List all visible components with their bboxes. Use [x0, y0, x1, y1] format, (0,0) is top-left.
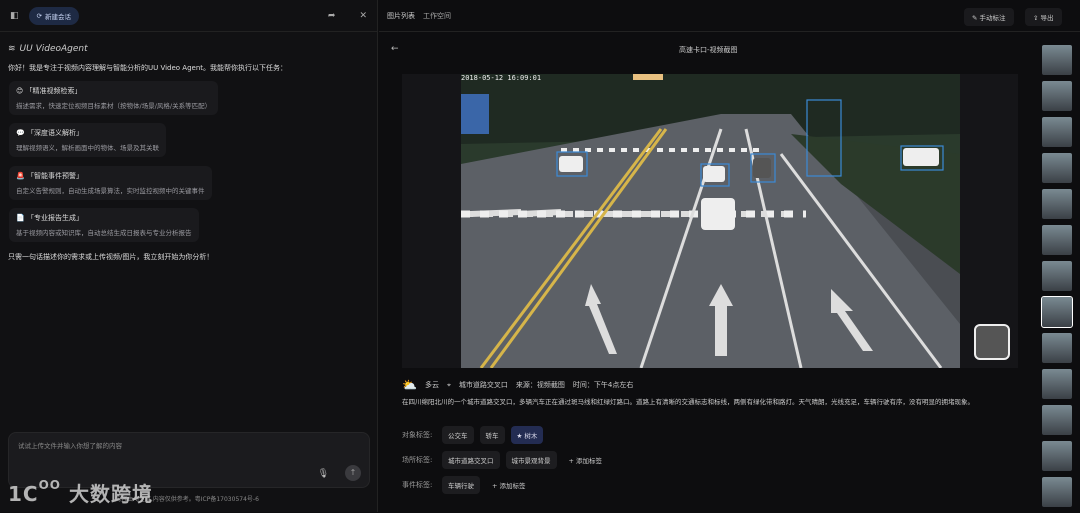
image-viewer: 2018-05-12 16:09:01	[402, 74, 1018, 368]
tab-image-list[interactable]: 图片列表	[387, 11, 415, 21]
chat-panel: ◧ ⟳ 新建会话 ➦ ✕ ≋ UU VideoAgent 你好！我是专注于视频内容理…	[0, 0, 378, 512]
tag[interactable]: 轿车	[479, 426, 505, 444]
tag[interactable]: 公交车	[442, 426, 474, 444]
task-card: 📄 「专业报告生成」 基于视频内容或知识库，自动总结生成日报表与专业分析报告	[9, 208, 199, 242]
image-description: 在四川绵阳北川的一个城市道路交叉口，多辆汽车正在通过斑马线和红绿灯路口。道路上有…	[402, 398, 974, 406]
thumbnail-selected[interactable]	[1041, 296, 1073, 328]
tab-workspace[interactable]: 工作空间	[423, 11, 451, 21]
send-button[interactable]: ↑	[345, 465, 361, 481]
page-title: 高速卡口-视频截图	[679, 46, 738, 54]
tag[interactable]: 车辆行驶	[442, 476, 480, 494]
refresh-icon: ⟳	[36, 11, 42, 20]
document-icon: 📄	[16, 214, 25, 222]
workspace-panel: 图片列表 工作空间 ✎ 手动标注 ⇪ 导出 ← 高速卡口-视频截图 2018-0…	[379, 0, 1080, 512]
add-tag-button[interactable]: + 添加标签	[563, 451, 609, 469]
tag[interactable]: 城市景观背景	[505, 451, 557, 469]
location-icon: ⌖	[446, 380, 451, 389]
new-chat-button[interactable]: ⟳ 新建会话	[28, 6, 79, 25]
manual-annotate-button[interactable]: ✎ 手动标注	[964, 8, 1014, 26]
star-icon: ★	[516, 432, 523, 440]
outro-text: 只需一句话描述你的需求或上传视频/图片，我立刻开始为你分析！	[8, 253, 214, 261]
chat-toolbar: ◧ ⟳ 新建会话 ➦ ✕	[0, 0, 377, 32]
thumbnail[interactable]	[1042, 405, 1072, 435]
weather-cloudy-icon: ⛅	[402, 378, 417, 392]
tag-selected[interactable]: ★ 树木	[510, 426, 544, 444]
sidebar-toggle-icon[interactable]: ◧	[10, 11, 19, 21]
pen-icon: ✎	[972, 14, 978, 22]
brand: ≋ UU VideoAgent	[8, 44, 88, 54]
thumbnail[interactable]	[1042, 261, 1072, 291]
microphone-icon[interactable]: 🎙	[318, 469, 329, 479]
logo-icon: ≋	[8, 44, 16, 54]
thumbnail[interactable]	[1042, 477, 1072, 507]
alarm-icon: 🚨	[16, 172, 25, 180]
task-card: 🚨 「智能事件预警」 自定义告警规则，自动生成场景算法，实时监控视频中的关键事件	[9, 166, 212, 200]
event-tags: 事件标签: 车辆行驶 + 添加标签	[402, 476, 532, 494]
image-meta: ⛅ 多云 ⌖ 城市道路交叉口 来源：视频截图 时间：下午4点左右	[402, 378, 634, 392]
timestamp-overlay: 2018-05-12 16:09:01	[461, 74, 542, 82]
thumbnail[interactable]	[1042, 225, 1072, 255]
thumbnail[interactable]	[1042, 369, 1072, 399]
task-card: 😊 「精准视频检索」 描述需求，快速定位视频目标素材（按物体/场景/风格/关系等匹…	[9, 81, 219, 115]
thumbnail[interactable]	[1042, 333, 1072, 363]
add-tag-button[interactable]: + 添加标签	[486, 476, 532, 494]
export-button[interactable]: ⇪ 导出	[1025, 8, 1062, 26]
thumbnail[interactable]	[1042, 441, 1072, 471]
traffic-photo[interactable]	[461, 74, 960, 368]
minimap-thumbnail[interactable]	[974, 324, 1010, 360]
scene-tags: 场所标签: 城市道路交叉口 城市景观背景 + 添加标签	[402, 451, 608, 469]
back-arrow-icon[interactable]: ←	[391, 44, 399, 54]
object-tags: 对象标签: 公交车 轿车 ★ 树木	[402, 426, 544, 444]
thumbnail[interactable]	[1042, 81, 1072, 111]
watermark: 1COO 大数跨境	[8, 478, 153, 506]
close-icon[interactable]: ✕	[359, 11, 367, 21]
thumbnail[interactable]	[1042, 189, 1072, 219]
thumbnail[interactable]	[1042, 117, 1072, 147]
speech-bubble-icon: 💬	[16, 129, 25, 137]
tag[interactable]: 城市道路交叉口	[442, 451, 500, 469]
thumbnail[interactable]	[1042, 45, 1072, 75]
input-placeholder: 试试上传文件并输入你想了解的内容	[18, 442, 122, 450]
thumbnail[interactable]	[1042, 153, 1072, 183]
intro-text: 你好！我是专注于视频内容理解与智能分析的UU Video Agent。我能帮你执…	[8, 64, 288, 72]
task-card: 💬 「深度语义解析」 理解视频语义，解析画面中的物体、场景及其关联	[9, 123, 166, 157]
smile-icon: 😊	[16, 87, 24, 95]
export-icon: ⇪	[1033, 14, 1039, 22]
thumbnail-strip	[1041, 45, 1073, 513]
share-icon[interactable]: ➦	[328, 11, 336, 21]
